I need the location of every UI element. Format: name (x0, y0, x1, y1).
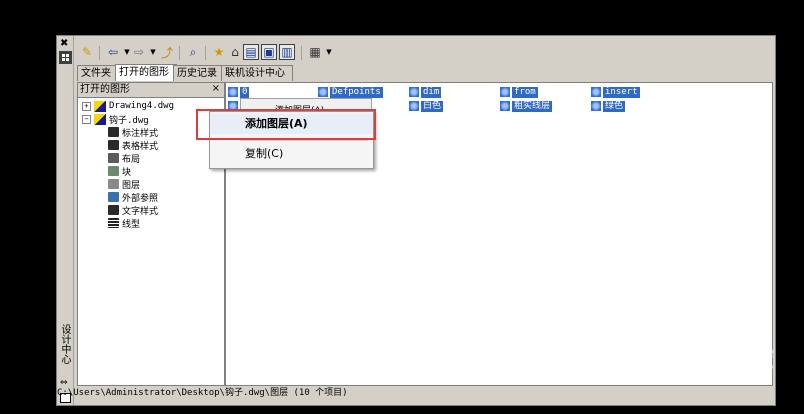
layer-item[interactable]: Defpoints (318, 86, 383, 98)
layer-icon (409, 87, 419, 97)
up-icon[interactable]: ⤴ (159, 44, 175, 60)
collapse-icon[interactable]: − (82, 115, 91, 124)
layout-icon (108, 153, 119, 163)
watermark-url: jingyan.baidu.com (619, 370, 721, 383)
palette-title-bar: ✖ 设计中心 ⇔ (57, 36, 74, 405)
highlight-box (196, 109, 376, 140)
tree-node-layouts[interactable]: 布局 (108, 152, 141, 165)
description-icon[interactable]: ▥ (279, 44, 295, 60)
tree-node-hook-dwg[interactable]: − 钩子.dwg (82, 113, 149, 126)
tab-open-drawings[interactable]: 打开的图形 (115, 64, 177, 81)
layer-icon (228, 87, 238, 97)
tree-node-xrefs[interactable]: 外部参照 (108, 191, 159, 204)
tree-node-label: 文字样式 (122, 206, 159, 217)
tree-node-label: 外部参照 (122, 193, 159, 204)
tree-node-label: 标注样式 (122, 128, 159, 139)
tree-node-label: 线型 (122, 219, 141, 230)
block-icon (108, 166, 119, 176)
layer-icon (591, 101, 601, 111)
menu-item-copy[interactable]: 复制(C) (210, 144, 373, 164)
layer-name: from (512, 86, 538, 98)
tree-node-textstyles[interactable]: 文字样式 (108, 204, 159, 217)
properties-icon[interactable] (59, 51, 72, 64)
xref-icon (108, 192, 119, 202)
palette-title: 设计中心 (59, 324, 70, 364)
tablestyle-icon (108, 140, 119, 150)
dimstyle-icon (108, 127, 119, 137)
search-icon[interactable]: ⌕ (185, 44, 201, 60)
tab-history[interactable]: 历史记录 (173, 65, 225, 81)
home-icon[interactable]: ⌂ (227, 44, 243, 60)
toolbar: ✎ ⇦ ▼ ⇨ ▼ ⤴ ⌕ ★ ⌂ ▤ ▣ ▥ ▦ ▼ (75, 40, 765, 62)
toolbar-separator (205, 46, 206, 60)
tab-online-dc[interactable]: 联机设计中心 (221, 65, 293, 81)
expand-icon[interactable]: + (82, 102, 91, 111)
tree-node-label: 布局 (122, 154, 141, 165)
tree-node-linetypes[interactable]: 线型 (108, 217, 141, 230)
layer-item[interactable]: from (500, 86, 538, 98)
layers-icon (108, 179, 119, 189)
layer-item[interactable]: insert (591, 86, 640, 98)
layer-name: dim (421, 86, 442, 98)
tree-node-dimstyles[interactable]: 标注样式 (108, 126, 159, 139)
load-icon[interactable]: ✎ (79, 44, 95, 60)
close-icon[interactable]: ✖ (60, 38, 68, 49)
layer-name: 白色 (421, 100, 444, 112)
menu-separator (240, 140, 368, 141)
favorites-icon[interactable]: ★ (211, 44, 227, 60)
layer-name: 0 (240, 86, 250, 98)
tree-pane-header: 打开的图形 × (78, 83, 224, 98)
layer-name: insert (603, 86, 640, 98)
tree-node-layers[interactable]: 图层 (108, 178, 141, 191)
layer-icon (500, 87, 510, 97)
tree-node-tablestyles[interactable]: 表格样式 (108, 139, 159, 152)
textstyle-icon (108, 205, 119, 215)
layer-icon (500, 101, 510, 111)
tree-node-blocks[interactable]: 块 (108, 165, 132, 178)
layer-item[interactable]: 白色 (409, 100, 444, 112)
layer-icon (409, 101, 419, 111)
layer-name: 粗实线层 (512, 100, 553, 112)
layer-item[interactable]: 粗实线层 (500, 100, 553, 112)
tree-node-label: 块 (122, 167, 132, 178)
menu-item-label: 复制(C) (245, 147, 284, 160)
tree-toggle-icon[interactable]: ▤ (243, 44, 259, 60)
layer-item[interactable]: 绿色 (591, 100, 626, 112)
layer-item[interactable]: dim (409, 86, 442, 98)
tree-node-label: Drawing4.dwg (109, 101, 175, 111)
tree-node-label: 表格样式 (122, 141, 159, 152)
layer-icon (318, 87, 328, 97)
tree-node-label: 钩子.dwg (109, 115, 149, 126)
tab-folders[interactable]: 文件夹 (77, 65, 119, 81)
tree-node-label: 图层 (122, 180, 141, 191)
toolbar-separator (301, 46, 302, 60)
drawing-icon (94, 113, 106, 125)
layer-icon (591, 87, 601, 97)
drawing-icon (94, 100, 106, 112)
toolbar-separator (99, 46, 100, 60)
tree-node-drawing4[interactable]: + Drawing4.dwg (82, 100, 174, 112)
tree-pane-title: 打开的图形 (80, 84, 130, 95)
views-dropdown-icon[interactable]: ▼ (321, 44, 337, 60)
layer-name: Defpoints (330, 86, 383, 98)
linetype-icon (108, 218, 119, 228)
status-bar: C:\Users\Administrator\Desktop\钩子.dwg\图层… (57, 388, 348, 398)
close-icon[interactable]: × (212, 83, 220, 94)
preview-icon[interactable]: ▣ (261, 44, 277, 60)
toolbar-separator (179, 46, 180, 60)
layer-item[interactable]: 0 (228, 86, 250, 98)
layer-name: 绿色 (603, 100, 626, 112)
